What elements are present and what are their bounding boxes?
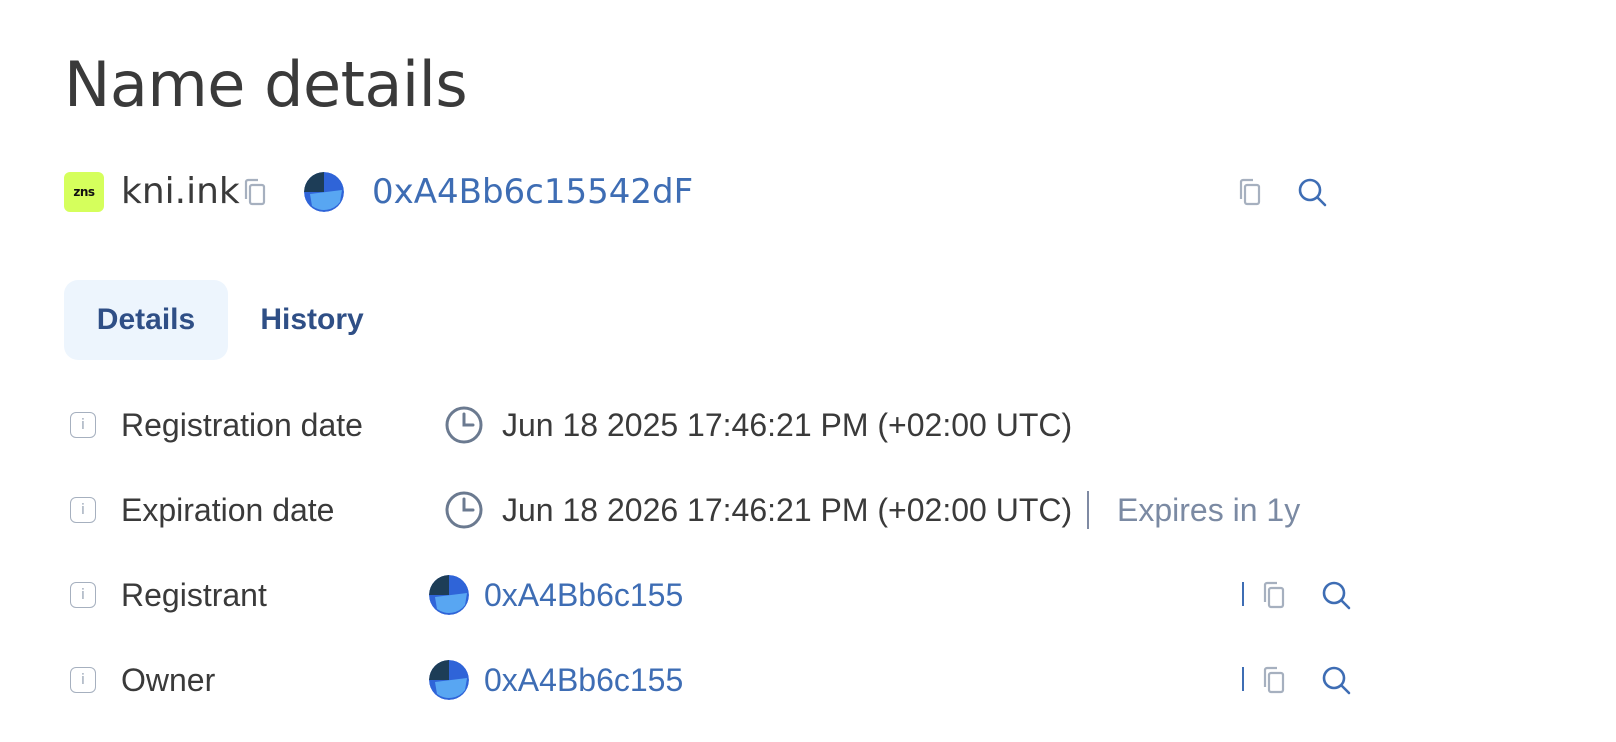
avatar-icon (429, 660, 469, 700)
info-icon[interactable]: i (70, 497, 96, 523)
divider (1242, 667, 1244, 691)
copy-icon (1263, 581, 1285, 609)
copy-domain-button[interactable] (240, 177, 270, 207)
address-avatar (304, 172, 344, 212)
info-icon[interactable]: i (70, 667, 96, 693)
registrant-label: Registrant (121, 577, 267, 613)
expiration-date: Jun 18 2026 17:46:21 PM (+02:00 UTC) (502, 492, 1073, 528)
zns-logo: zns (64, 172, 104, 212)
page-title: Name details (64, 48, 468, 121)
registration-row: i Registration date Jun 18 2025 17:46:21… (64, 400, 1464, 450)
info-icon[interactable]: i (70, 412, 96, 438)
divider (1242, 582, 1244, 606)
copy-icon (1263, 666, 1285, 694)
tab-history[interactable]: History (244, 280, 380, 360)
search-icon (1322, 666, 1351, 695)
owner-label: Owner (121, 662, 216, 698)
info-icon[interactable]: i (70, 582, 96, 608)
search-icon (1322, 581, 1351, 610)
tab-details[interactable]: Details (64, 280, 228, 360)
copy-icon (1239, 178, 1261, 206)
search-owner-button[interactable] (1320, 664, 1352, 696)
copy-address-button[interactable] (1235, 177, 1265, 207)
search-registrant-button[interactable] (1320, 579, 1352, 611)
domain-name: kni.ink (121, 171, 240, 212)
owner-row: i Owner 0xA4Bb6c155 (64, 655, 1464, 705)
address-link[interactable]: 0xA4Bb6c15542dF (372, 170, 693, 214)
expires-in-text: Expires in 1y (1117, 492, 1301, 528)
clock-icon (445, 406, 483, 444)
registration-date: Jun 18 2025 17:46:21 PM (+02:00 UTC) (502, 407, 1073, 443)
clock-icon (445, 491, 483, 529)
divider (1087, 491, 1089, 529)
expiration-label: Expiration date (121, 492, 335, 528)
registrant-address-link[interactable]: 0xA4Bb6c155 (484, 570, 683, 620)
search-address-button[interactable] (1296, 176, 1328, 208)
registrant-row: i Registrant 0xA4Bb6c155 (64, 570, 1464, 620)
search-icon (1298, 178, 1327, 207)
owner-address-link[interactable]: 0xA4Bb6c155 (484, 655, 683, 705)
copy-registrant-button[interactable] (1259, 580, 1289, 610)
copy-owner-button[interactable] (1259, 665, 1289, 695)
expiration-row: i Expiration date Jun 18 2026 17:46:21 P… (64, 485, 1464, 535)
avatar-icon (429, 575, 469, 615)
copy-icon (244, 178, 266, 206)
name-header: zns kni.ink 0xA4Bb6c15542dF (64, 170, 1404, 214)
registration-label: Registration date (121, 407, 363, 443)
